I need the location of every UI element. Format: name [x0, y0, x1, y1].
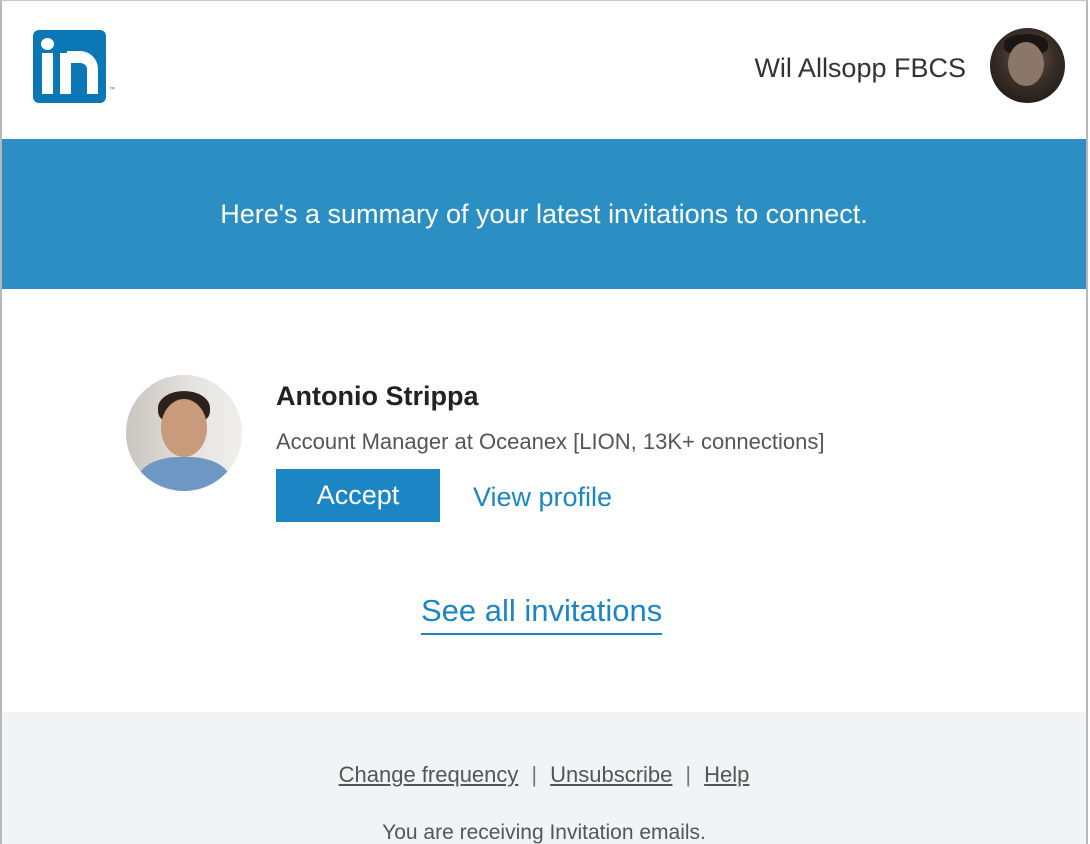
- accept-button[interactable]: Accept: [276, 469, 440, 522]
- inviter-name[interactable]: Antonio Strippa: [276, 381, 478, 412]
- footer-links: Change frequency | Unsubscribe | Help: [2, 762, 1086, 788]
- photo-shirt: [138, 457, 230, 491]
- email-window: ™ Wil Allsopp FBCS Here's a summary of y…: [0, 0, 1088, 844]
- email-header: ™ Wil Allsopp FBCS: [2, 1, 1086, 139]
- footer-note: You are receiving Invitation emails.: [382, 821, 706, 844]
- footer-separator: |: [531, 762, 538, 787]
- banner-text: Here's a summary of your latest invitati…: [220, 199, 868, 229]
- change-frequency-link[interactable]: Change frequency: [339, 762, 519, 787]
- trademark-mark: ™: [109, 87, 115, 93]
- view-profile-link[interactable]: View profile: [473, 482, 612, 513]
- logo-dot: [41, 38, 54, 50]
- user-avatar[interactable]: [990, 28, 1065, 103]
- recipient-name[interactable]: Wil Allsopp FBCS: [754, 53, 966, 84]
- summary-banner: Here's a summary of your latest invitati…: [2, 139, 1086, 289]
- unsubscribe-link[interactable]: Unsubscribe: [550, 762, 672, 787]
- avatar-face: [1008, 42, 1044, 86]
- photo-face: [161, 399, 207, 457]
- footer-separator: |: [685, 762, 692, 787]
- sender-avatar[interactable]: [126, 375, 242, 491]
- logo-n-arch: [67, 51, 98, 94]
- help-link[interactable]: Help: [704, 762, 749, 787]
- email-footer: Change frequency | Unsubscribe | Help You ar…: [2, 712, 1086, 844]
- inviter-headline: Account Manager at Oceanex [LION, 13K+ c…: [276, 429, 825, 454]
- see-all-invitations-link[interactable]: See all invitations: [421, 593, 663, 635]
- logo-i-stem: [42, 53, 53, 94]
- linkedin-logo-icon[interactable]: [33, 30, 106, 103]
